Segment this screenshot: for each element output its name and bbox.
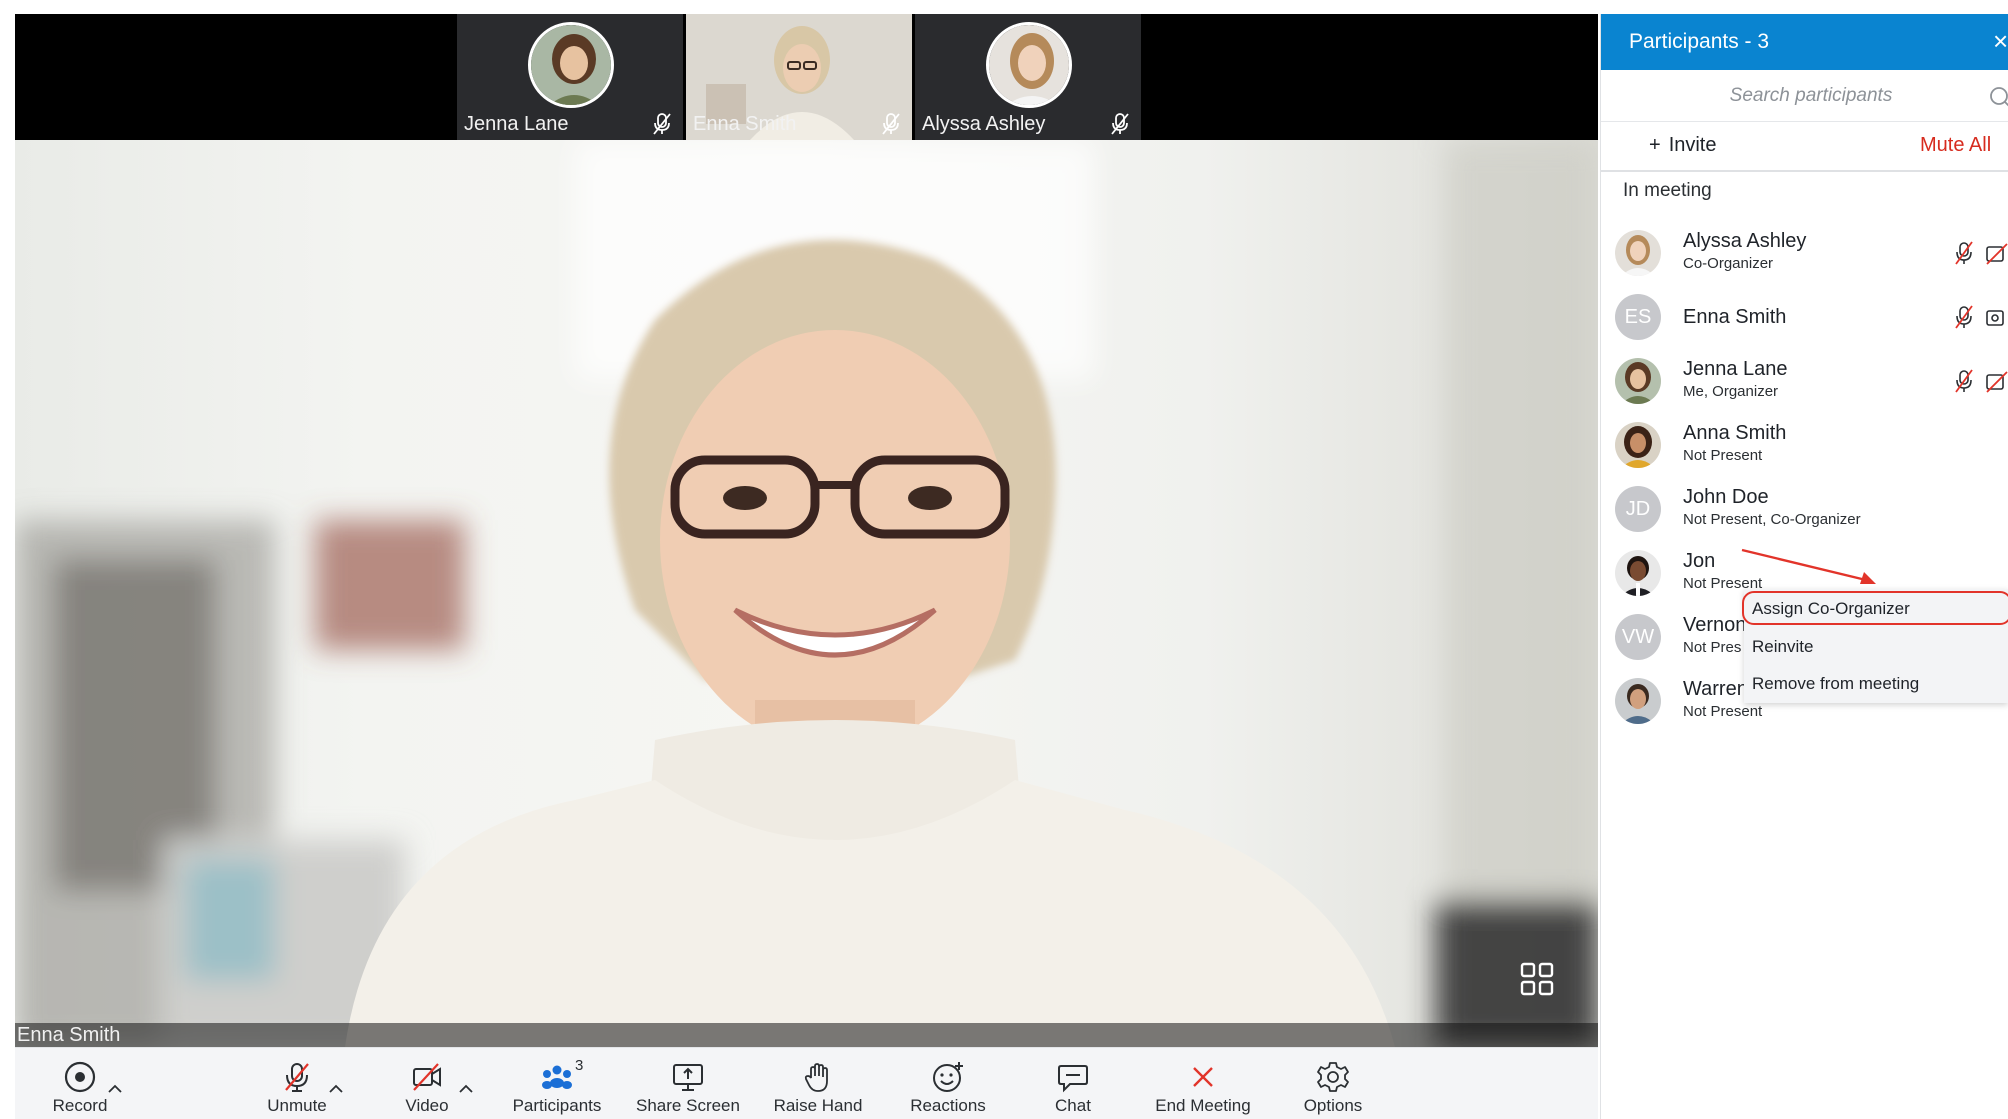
participant-row-alyssa-ashley[interactable]: Alyssa Ashley Co-Organizer	[1601, 222, 2008, 286]
thumbnail-name: Enna Smith	[693, 113, 797, 135]
thumbnail-alyssa-ashley[interactable]: Alyssa Ashley	[915, 14, 1141, 140]
participant-name: John Doe	[1683, 486, 1769, 508]
mic-muted-icon[interactable]	[1953, 304, 1975, 330]
search-input[interactable]	[1661, 80, 1961, 112]
share-screen-button[interactable]: Share Screen	[623, 1048, 753, 1119]
panel-header: Participants - 3 ×	[1601, 14, 2008, 70]
reactions-button[interactable]: Reactions	[888, 1048, 1008, 1119]
invite-row: + Invite Mute All	[1601, 122, 2008, 172]
participant-name: Vernon	[1683, 614, 1747, 636]
avatar	[1615, 230, 1661, 276]
video-on-icon[interactable]	[1985, 306, 2008, 330]
participant-role: Not Pres	[1683, 639, 1742, 656]
chat-label: Chat	[1055, 1096, 1091, 1115]
participant-role: Co-Organizer	[1683, 255, 1774, 272]
participant-row-enna-smith[interactable]: ES Enna Smith	[1601, 286, 2008, 350]
mic-muted-icon	[653, 113, 671, 135]
menu-item-reinvite[interactable]: Reinvite	[1744, 629, 2008, 665]
avatar: VW	[1615, 614, 1661, 660]
reactions-label: Reactions	[910, 1096, 986, 1115]
participant-role: Me, Organizer	[1683, 383, 1779, 400]
participants-icon	[542, 1065, 572, 1089]
plus-icon: +	[1649, 134, 1661, 156]
end-meeting-button[interactable]: End Meeting	[1138, 1048, 1268, 1119]
avatar	[1615, 422, 1661, 468]
video-off-icon	[413, 1063, 441, 1091]
participants-button[interactable]: Participants	[497, 1048, 617, 1119]
annotation-arrow-icon	[1741, 548, 1876, 584]
mic-muted-icon	[285, 1063, 309, 1092]
panel-title: Participants - 3	[1629, 30, 1770, 53]
participant-name: Jenna Lane	[1683, 358, 1788, 380]
section-heading-in-meeting: In meeting	[1623, 180, 1712, 201]
unmute-label: Unmute	[267, 1096, 327, 1115]
raise-hand-button[interactable]: Raise Hand	[758, 1048, 878, 1119]
options-button[interactable]: Options	[1278, 1048, 1388, 1119]
avatar	[528, 22, 614, 108]
record-options-caret-icon[interactable]	[107, 1084, 123, 1094]
thumbnail-name: Alyssa Ashley	[922, 113, 1046, 135]
chat-button[interactable]: Chat	[1018, 1048, 1128, 1119]
record-icon	[64, 1061, 96, 1093]
share-screen-label: Share Screen	[636, 1096, 740, 1115]
participant-row-jenna-lane[interactable]: Jenna Lane Me, Organizer	[1601, 350, 2008, 414]
emoji-icon	[933, 1062, 963, 1092]
raise-hand-label: Raise Hand	[773, 1096, 863, 1115]
mic-muted-icon[interactable]	[1953, 368, 1975, 394]
mute-all-button[interactable]: Mute All	[1920, 134, 1991, 157]
thumbnail-strip: Jenna Lane Enna Smith Alyssa Ashley	[15, 14, 1598, 140]
gear-icon	[1317, 1062, 1349, 1092]
participants-label: Participants	[512, 1096, 602, 1115]
record-label: Record	[52, 1096, 108, 1115]
thumbnail-enna-smith[interactable]: Enna Smith	[686, 14, 912, 140]
participants-count-badge: 3	[575, 1057, 584, 1074]
mic-muted-icon[interactable]	[1953, 240, 1975, 266]
avatar	[986, 22, 1072, 108]
options-label: Options	[1303, 1096, 1363, 1115]
video-off-icon[interactable]	[1985, 370, 2008, 394]
speaker-video-feed	[15, 140, 1598, 1047]
annotation-highlight-box	[1742, 591, 2008, 625]
invite-label: Invite	[1668, 134, 1717, 156]
video-off-icon[interactable]	[1985, 242, 2008, 266]
invite-button[interactable]: + Invite	[1649, 134, 1717, 157]
avatar: ES	[1615, 294, 1661, 340]
chat-icon	[1058, 1065, 1088, 1093]
menu-item-remove-from-meeting[interactable]: Remove from meeting	[1744, 666, 2008, 702]
hand-icon	[804, 1063, 828, 1092]
participant-role: Not Present, Co-Organizer	[1683, 511, 1861, 528]
avatar: JD	[1615, 486, 1661, 532]
mic-muted-icon	[882, 113, 900, 135]
avatar	[1615, 550, 1661, 596]
participant-row-john-doe[interactable]: JD John Doe Not Present, Co-Organizer	[1601, 478, 2008, 542]
participant-role: Not Present	[1683, 447, 1763, 464]
close-icon[interactable]: ×	[1993, 26, 2008, 56]
video-label: Video	[405, 1096, 449, 1115]
avatar	[1615, 678, 1661, 724]
search-row	[1601, 70, 2008, 122]
participant-name: Anna Smith	[1683, 422, 1787, 444]
close-icon	[1193, 1067, 1213, 1087]
participant-name: Enna Smith	[1683, 306, 1787, 328]
participant-name: Jon	[1683, 550, 1716, 572]
thumbnail-jenna-lane[interactable]: Jenna Lane	[457, 14, 683, 140]
meeting-toolbar: Record Unmute Video Participants 3 Share…	[15, 1047, 1598, 1119]
meeting-stage: Jenna Lane Enna Smith Alyssa Ashley Enna…	[15, 14, 1598, 1119]
audio-options-caret-icon[interactable]	[328, 1084, 344, 1094]
search-icon[interactable]	[1989, 86, 2008, 108]
grid-layout-icon[interactable]	[1520, 962, 1554, 996]
participant-row-anna-smith[interactable]: Anna Smith Not Present	[1601, 414, 2008, 478]
mic-muted-icon	[1111, 113, 1129, 135]
participant-name: Warren	[1683, 678, 1748, 700]
avatar	[1615, 358, 1661, 404]
end-meeting-label: End Meeting	[1155, 1096, 1251, 1115]
participant-role: Not Present	[1683, 703, 1763, 720]
share-screen-icon	[673, 1064, 703, 1091]
speaker-name-label: Enna Smith	[15, 1023, 1598, 1047]
participant-name: Alyssa Ashley	[1683, 230, 1807, 252]
thumbnail-name: Jenna Lane	[464, 113, 569, 135]
video-options-caret-icon[interactable]	[458, 1084, 474, 1094]
main-video: Enna Smith	[15, 140, 1598, 1047]
